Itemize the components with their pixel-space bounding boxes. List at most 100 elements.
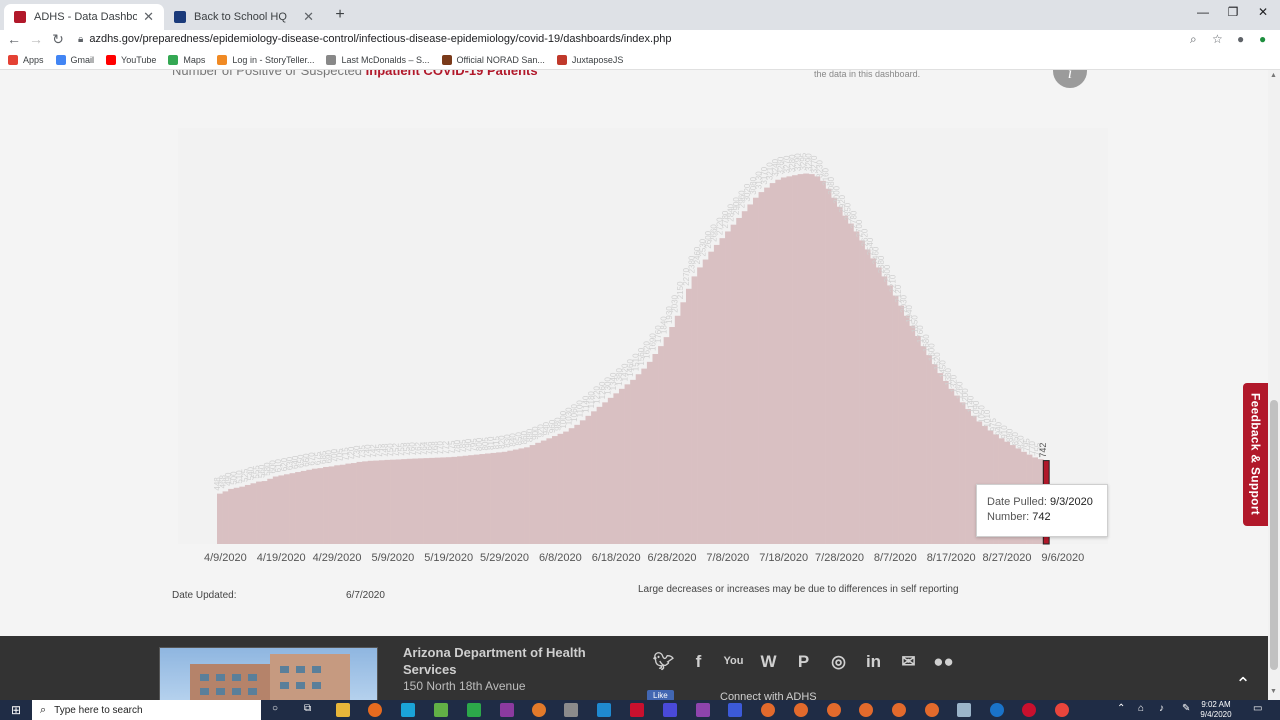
file-explorer-icon[interactable] <box>336 703 350 717</box>
scroll-up-icon[interactable]: ▲ <box>1270 72 1277 79</box>
chart-bar <box>295 472 302 544</box>
taskbar-clock[interactable]: 9:02 AM 9/4/2020 <box>1196 700 1236 720</box>
app-icon[interactable] <box>794 703 808 717</box>
email-icon[interactable]: ✉ <box>895 648 922 675</box>
chart-bar <box>568 428 575 544</box>
app-icon[interactable] <box>892 703 906 717</box>
zoom-icon[interactable]: ⌕ <box>1190 32 1197 47</box>
bookmark-norad[interactable]: Official NORAD San... <box>441 54 545 65</box>
bookmark-gmail[interactable]: Gmail <box>55 54 94 65</box>
chart-bar <box>479 454 486 544</box>
chrome-icon[interactable] <box>1055 703 1069 717</box>
page-scrollbar[interactable]: ▲ ▼ <box>1268 70 1280 700</box>
x-tick-label: 6/18/2020 <box>592 552 641 564</box>
instagram-icon[interactable]: ◎ <box>825 648 852 675</box>
app-icon[interactable] <box>368 703 382 717</box>
app-icon[interactable] <box>564 703 578 717</box>
app-icon[interactable] <box>859 703 873 717</box>
bookmark-storyteller[interactable]: Log in - StoryTeller... <box>217 54 314 65</box>
notifications-icon[interactable]: ▭ <box>1253 703 1262 714</box>
app-icon[interactable] <box>597 703 611 717</box>
bookmark-juxtapose[interactable]: JuxtaposeJS <box>556 54 623 65</box>
app-icon[interactable] <box>925 703 939 717</box>
app-icon[interactable] <box>401 703 415 717</box>
chart-bar <box>769 183 776 544</box>
network-icon[interactable]: ⌂ <box>1138 703 1144 714</box>
app-icon[interactable] <box>827 703 841 717</box>
bookmark-youtube[interactable]: YouTube <box>106 54 156 65</box>
new-tab-button[interactable]: + <box>332 6 348 24</box>
taskbar-search[interactable]: ⌕ Type here to search <box>32 700 261 720</box>
chart-bar <box>959 402 966 544</box>
tooltip-number-label: Number: <box>987 511 1030 523</box>
close-tab-icon[interactable]: ✕ <box>303 9 314 25</box>
flickr-icon[interactable]: ●● <box>930 648 957 675</box>
tray-chevron-icon[interactable]: ⌃ <box>1117 703 1125 714</box>
bar-value-label: 742 <box>1038 443 1048 458</box>
chart-bar <box>652 353 659 544</box>
chart-bar <box>903 315 910 544</box>
chart-tooltip: Date Pulled: 9/3/2020 Number: 742 <box>976 484 1108 537</box>
bookmark-mcdonalds[interactable]: Last McDonalds – S... <box>326 54 430 65</box>
tab-back-to-school[interactable]: Back to School HQ ✕ <box>164 4 324 30</box>
back-to-top-button[interactable]: ⌃ <box>1225 666 1261 700</box>
app-icon[interactable] <box>1022 703 1036 717</box>
app-icon[interactable] <box>630 703 644 717</box>
3d-viewer-icon[interactable] <box>500 703 514 717</box>
back-button[interactable]: ← <box>4 31 24 47</box>
app-icon[interactable] <box>663 703 677 717</box>
bookmark-apps[interactable]: Apps <box>8 54 44 65</box>
chart-bar <box>931 364 938 544</box>
twitter-icon[interactable]: 🐦︎ <box>650 648 677 675</box>
app-icon[interactable] <box>957 703 971 717</box>
chart-bar <box>948 388 955 544</box>
restore-button[interactable]: ❐ <box>1218 5 1248 19</box>
chart-bar <box>406 458 413 544</box>
cortana-icon[interactable]: ○ <box>272 703 278 714</box>
bookmark-maps[interactable]: Maps <box>168 54 205 65</box>
chart-bar <box>300 470 307 544</box>
facebook-icon[interactable]: f <box>685 648 712 675</box>
chart-bar <box>965 409 972 544</box>
pinterest-icon[interactable]: P <box>790 648 817 675</box>
tab-adhs-dashboard[interactable]: ADHS - Data Dashboard ✕ <box>4 4 164 30</box>
x-tick-label: 7/8/2020 <box>706 552 749 564</box>
x-tick-label: 5/9/2020 <box>371 552 414 564</box>
scroll-down-icon[interactable]: ▼ <box>1270 688 1277 695</box>
app-icon[interactable] <box>434 703 448 717</box>
tooltip-date-value: 9/3/2020 <box>1050 496 1093 508</box>
close-window-button[interactable]: ✕ <box>1248 5 1278 19</box>
chart-bar <box>418 458 424 544</box>
app-icon[interactable] <box>761 703 775 717</box>
pen-icon[interactable]: ✎ <box>1182 703 1190 714</box>
app-icon[interactable] <box>696 703 710 717</box>
facebook-like-button[interactable]: Like <box>647 690 674 700</box>
windows-start-icon[interactable]: ⊞ <box>0 700 32 720</box>
chart-bar <box>864 249 871 544</box>
chart-bar <box>898 305 905 544</box>
bookmark-star-icon[interactable]: ☆ <box>1212 32 1223 46</box>
linkedin-icon[interactable]: in <box>860 648 887 675</box>
app-icon[interactable] <box>728 703 742 717</box>
url-field[interactable]: 🔒︎ azdhs.gov/preparedness/epidemiology-di… <box>78 33 671 45</box>
chart-bar <box>289 473 296 544</box>
minimize-button[interactable]: — <box>1188 5 1218 19</box>
extension-icon[interactable]: ● <box>1259 32 1266 46</box>
edge-icon[interactable] <box>990 703 1004 717</box>
task-view-icon[interactable]: ⧉ <box>304 703 311 714</box>
app-icon[interactable] <box>467 703 481 717</box>
scrollbar-thumb[interactable] <box>1270 400 1278 670</box>
youtube-icon[interactable]: You <box>720 648 747 675</box>
chart-bar <box>434 457 441 544</box>
volume-icon[interactable]: ♪ <box>1159 703 1164 714</box>
wordpress-icon[interactable]: W <box>755 648 782 675</box>
footer-address: 150 North 18th Avenue <box>403 679 526 693</box>
forward-button[interactable]: → <box>26 31 46 47</box>
app-icon[interactable] <box>532 703 546 717</box>
profile-icon[interactable]: ● <box>1237 32 1244 46</box>
feedback-support-button[interactable]: Feedback & Support <box>1243 383 1268 526</box>
close-tab-icon[interactable]: ✕ <box>143 9 154 25</box>
chart-bar <box>546 438 553 544</box>
reload-button[interactable]: ↻ <box>48 31 68 48</box>
chart-bar <box>680 302 687 544</box>
